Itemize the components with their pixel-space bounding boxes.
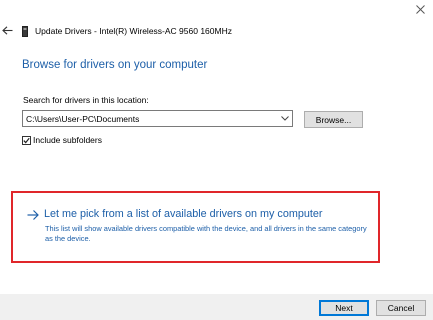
pick-from-list-link[interactable]: Let me pick from a list of available dri… <box>27 207 322 221</box>
back-arrow-icon <box>1 25 12 35</box>
update-drivers-window: Update Drivers - Intel(R) Wireless-AC 95… <box>0 0 433 320</box>
search-location-label: Search for drivers in this location: <box>23 95 149 105</box>
driver-path-combobox[interactable] <box>22 110 293 127</box>
device-icon <box>22 25 28 37</box>
path-dropdown-button[interactable] <box>278 111 292 126</box>
include-subfolders-option[interactable]: Include subfolders <box>22 135 102 145</box>
back-button[interactable] <box>0 22 14 38</box>
close-button[interactable] <box>412 1 428 17</box>
next-button[interactable]: Next <box>319 300 369 316</box>
driver-path-input[interactable] <box>23 111 278 126</box>
close-icon <box>415 4 425 14</box>
window-title: Update Drivers - Intel(R) Wireless-AC 95… <box>35 26 232 36</box>
chevron-down-icon <box>281 116 289 121</box>
checkmark-icon <box>23 137 30 144</box>
right-arrow-icon <box>27 210 39 220</box>
browse-button[interactable]: Browse... <box>304 111 363 128</box>
pick-from-list-description: This list will show available drivers co… <box>45 224 367 243</box>
window-title-bar: Update Drivers - Intel(R) Wireless-AC 95… <box>22 24 232 38</box>
include-subfolders-label: Include subfolders <box>33 135 102 145</box>
cancel-button[interactable]: Cancel <box>376 300 426 316</box>
page-heading: Browse for drivers on your computer <box>22 59 208 71</box>
include-subfolders-checkbox[interactable] <box>22 135 31 145</box>
pick-from-list-title[interactable]: Let me pick from a list of available dri… <box>44 207 322 221</box>
